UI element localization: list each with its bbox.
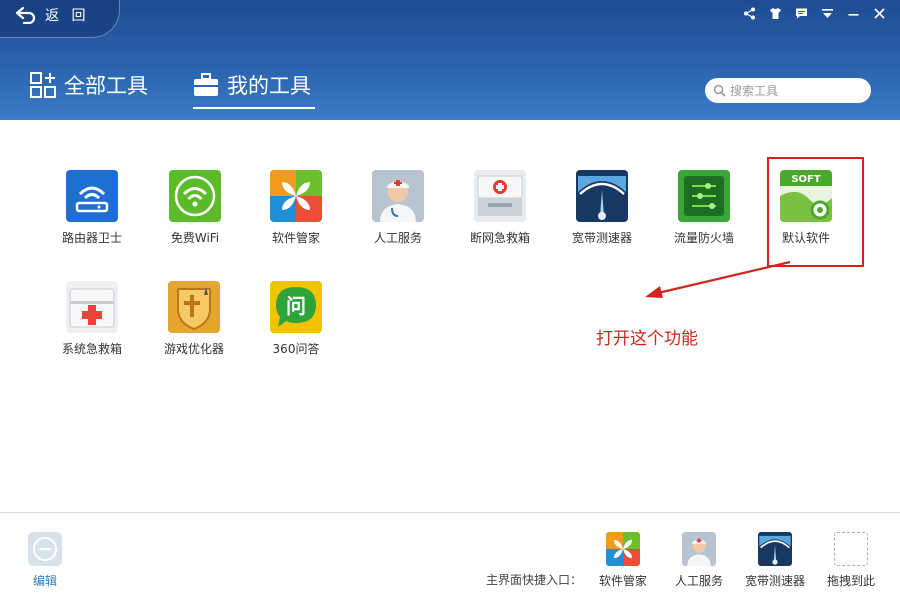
feedback-icon — [795, 8, 807, 18]
tool-label: 免费WiFi — [170, 231, 220, 245]
tool-speed-tester[interactable]: 宽带测速器 — [557, 170, 647, 246]
window-controls — [738, 4, 890, 22]
qa-icon: 问 — [270, 281, 322, 333]
menu-icon — [821, 8, 833, 18]
tool-traffic-firewall[interactable]: 流量防火墙 — [659, 170, 749, 246]
tool-label: 游戏优化器 — [163, 342, 224, 356]
active-tab-indicator — [193, 107, 315, 109]
shortcut-label: 宽带测速器 — [744, 574, 805, 588]
svg-text:问: 问 — [286, 294, 306, 318]
tool-system-firstaid[interactable]: 系统急救箱 — [47, 281, 137, 357]
minimize-button[interactable] — [842, 4, 864, 22]
shortcut-label: 拖拽到此 — [826, 574, 875, 588]
doctor-service-icon — [372, 170, 424, 222]
highlight-box — [767, 157, 864, 267]
tool-label: 流量防火墙 — [673, 231, 734, 245]
shortcut-human-service[interactable]: 人工服务 — [659, 532, 739, 589]
tool-360-qa[interactable]: 问 360问答 — [251, 281, 341, 357]
search-icon — [713, 84, 726, 97]
shortcut-drop-slot[interactable]: 拖拽到此 — [811, 532, 891, 589]
share-icon — [743, 7, 755, 19]
tool-human-service[interactable]: 人工服务 — [353, 170, 443, 246]
grid-plus-icon — [30, 72, 56, 98]
tool-software-manager[interactable]: 软件管家 — [251, 170, 341, 246]
back-button[interactable]: 返 回 — [0, 0, 120, 38]
tool-label: 路由器卫士 — [61, 231, 122, 245]
tool-label: 断网急救箱 — [469, 231, 530, 245]
toolbox-icon — [194, 73, 218, 96]
tool-label: 软件管家 — [271, 231, 320, 245]
back-label: 返 回 — [45, 8, 90, 24]
tool-label: 360问答 — [272, 342, 320, 356]
tab-all-tools-label: 全部工具 — [64, 74, 148, 98]
header-bar: 返 回 全部工具 我的工具 搜索工具 — [0, 0, 900, 120]
search-box[interactable] — [705, 78, 871, 103]
menu-button[interactable] — [816, 4, 838, 22]
software-manager-icon — [270, 170, 322, 222]
network-firstaid-icon — [474, 170, 526, 222]
tool-label: 宽带测速器 — [571, 231, 632, 245]
tool-game-optimizer[interactable]: 游戏优化器 — [149, 281, 239, 357]
shortcut-label: 人工服务 — [674, 574, 723, 588]
minus-circle-icon — [28, 532, 62, 566]
edit-button[interactable]: 编辑 — [28, 532, 62, 589]
annotation-text: 打开这个功能 — [596, 329, 698, 349]
edit-label: 编辑 — [32, 574, 57, 588]
traffic-firewall-icon — [678, 170, 730, 222]
close-icon — [873, 7, 885, 19]
router-guard-icon — [66, 170, 118, 222]
minimize-icon — [848, 13, 858, 16]
tab-all-tools[interactable]: 全部工具 — [30, 70, 148, 100]
bottom-divider — [0, 512, 900, 513]
software-manager-icon — [606, 532, 640, 566]
tab-my-tools[interactable]: 我的工具 — [193, 70, 311, 100]
drop-slot-icon — [834, 532, 868, 566]
skin-icon — [769, 7, 781, 19]
search-input[interactable] — [730, 83, 860, 98]
shortcut-entry-label: 主界面快捷入口： — [486, 573, 583, 587]
tool-label: 系统急救箱 — [61, 342, 122, 356]
feedback-button[interactable] — [790, 4, 812, 22]
speedometer-icon — [758, 532, 792, 566]
tool-router-guard[interactable]: 路由器卫士 — [47, 170, 137, 246]
speedometer-icon — [576, 170, 628, 222]
game-optimizer-icon — [168, 281, 220, 333]
share-button[interactable] — [738, 4, 760, 22]
shortcut-software-manager[interactable]: 软件管家 — [583, 532, 663, 589]
tab-my-tools-label: 我的工具 — [227, 74, 311, 98]
shortcut-speed-tester[interactable]: 宽带测速器 — [735, 532, 815, 589]
tool-label: 人工服务 — [373, 231, 422, 245]
skin-button[interactable] — [764, 4, 786, 22]
tool-network-firstaid[interactable]: 断网急救箱 — [455, 170, 545, 246]
wifi-icon — [169, 170, 221, 222]
system-firstaid-icon — [66, 281, 118, 333]
back-arrow-icon — [15, 6, 36, 24]
shortcut-label: 软件管家 — [598, 574, 647, 588]
tool-free-wifi[interactable]: 免费WiFi — [150, 170, 240, 246]
doctor-service-icon — [682, 532, 716, 566]
close-button[interactable] — [868, 4, 890, 22]
